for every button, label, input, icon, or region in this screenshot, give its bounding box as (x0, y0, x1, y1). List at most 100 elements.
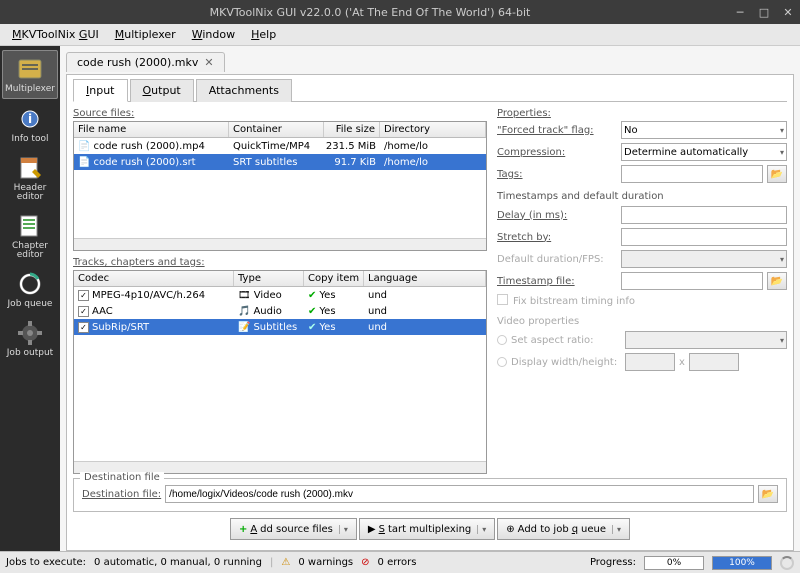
menu-mkvtoolnix[interactable]: MKVToolNix GUI (4, 26, 107, 43)
display-radio (497, 357, 507, 367)
timestampfile-label: Timestamp file: (497, 276, 617, 287)
queue-icon: ⊕ (506, 524, 514, 535)
warnings-text[interactable]: 0 warnings (298, 557, 353, 568)
sidebar-label: Multiplexer (5, 85, 55, 94)
track-row[interactable]: ✓MPEG-4p10/AVC/h.264 🎞Video ✔Yes und (74, 287, 486, 303)
add-jobqueue-button[interactable]: ⊕Add to job queue▾ (497, 518, 630, 540)
th-copy[interactable]: Copy item (304, 271, 364, 286)
tab-attachments[interactable]: Attachments (196, 79, 292, 102)
source-row[interactable]: 📄code rush (2000).srt SRT subtitles 91.7… (74, 154, 486, 170)
info-icon: i (16, 105, 44, 133)
forced-select[interactable]: No▾ (621, 121, 787, 139)
menu-multiplexer[interactable]: Multiplexer (107, 26, 184, 43)
subtitle-icon: 📝 (238, 322, 250, 333)
sidebar-label: Chapter editor (4, 242, 56, 260)
track-checkbox[interactable]: ✓ (78, 290, 89, 301)
stretch-input[interactable] (621, 228, 787, 246)
track-checkbox[interactable]: ✓ (78, 306, 89, 317)
th-codec[interactable]: Codec (74, 271, 234, 286)
tags-label: Tags: (497, 169, 617, 180)
destination-group: Destination file Destination file: 📂 (73, 478, 787, 512)
folder-icon: 📂 (771, 169, 783, 180)
track-row[interactable]: ✓AAC 🎵Audio ✔Yes und (74, 303, 486, 319)
tracks-label: Tracks, chapters and tags: (73, 257, 487, 268)
compression-label: Compression: (497, 147, 617, 158)
aspect-radio (497, 335, 507, 345)
add-source-button[interactable]: +Add source files▾ (230, 518, 357, 540)
defaultdur-label: Default duration/FPS: (497, 254, 617, 265)
defaultdur-select: ▾ (621, 250, 787, 268)
sidebar-item-chapter[interactable]: Chapter editor (2, 208, 58, 264)
audio-icon: 🎵 (238, 306, 250, 317)
track-checkbox[interactable]: ✓ (78, 322, 89, 333)
display-width-input (625, 353, 675, 371)
close-button[interactable]: ✕ (782, 6, 794, 18)
dest-input[interactable] (165, 485, 754, 503)
plus-icon: + (239, 524, 247, 535)
compression-select[interactable]: Determine automatically▾ (621, 143, 787, 161)
tab-input[interactable]: Input (73, 79, 128, 102)
chevron-down-icon: ▾ (780, 148, 784, 157)
hscrollbar[interactable] (74, 238, 486, 250)
track-row[interactable]: ✓SubRip/SRT 📝Subtitles ✔Yes und (74, 319, 486, 335)
jobqueue-icon (16, 270, 44, 298)
menu-help[interactable]: Help (243, 26, 284, 43)
properties-label: Properties: (497, 108, 787, 119)
chevron-down-icon[interactable]: ▾ (612, 525, 621, 534)
source-row[interactable]: 📄code rush (2000).mp4 QuickTime/MP4 231.… (74, 138, 486, 154)
check-icon: ✔ (308, 306, 316, 317)
video-icon: 🎞 (238, 290, 251, 301)
sidebar-item-joboutput[interactable]: Job output (2, 315, 58, 362)
errors-text[interactable]: 0 errors (378, 557, 417, 568)
svg-text:i: i (28, 112, 32, 126)
tracks-table[interactable]: Codec Type Copy item Language ✓MPEG-4p10… (73, 270, 487, 474)
minimize-button[interactable]: ─ (734, 6, 746, 18)
stretch-label: Stretch by: (497, 232, 617, 243)
file-icon: 📄 (78, 157, 90, 168)
file-tab[interactable]: code rush (2000).mkv ✕ (66, 52, 225, 72)
jobs-execute-label: Jobs to execute: (6, 557, 86, 568)
tags-input[interactable] (621, 165, 763, 183)
sidebar-label: Header editor (4, 184, 56, 202)
sidebar-item-multiplexer[interactable]: Multiplexer (2, 50, 58, 99)
th-container[interactable]: Container (229, 122, 324, 137)
sidebar-label: Job output (7, 349, 53, 358)
browse-tags-button[interactable]: 📂 (767, 165, 787, 183)
th-filesize[interactable]: File size (324, 122, 380, 137)
folder-icon: 📂 (771, 276, 783, 287)
dest-legend: Destination file (80, 472, 164, 483)
sidebar: Multiplexer i Info tool Header editor Ch… (0, 46, 60, 551)
jobs-execute-value: 0 automatic, 0 manual, 0 running (94, 557, 262, 568)
multiplexer-icon (16, 55, 44, 83)
sidebar-label: Info tool (12, 135, 49, 144)
delay-input[interactable] (621, 206, 787, 224)
sidebar-item-header[interactable]: Header editor (2, 150, 58, 206)
th-filename[interactable]: File name (74, 122, 229, 137)
x-label: x (679, 357, 685, 368)
timestampfile-input[interactable] (621, 272, 763, 290)
browse-timestampfile-button[interactable]: 📂 (767, 272, 787, 290)
display-height-input (689, 353, 739, 371)
browse-dest-button[interactable]: 📂 (758, 485, 778, 503)
chevron-down-icon[interactable]: ▾ (477, 525, 486, 534)
th-lang[interactable]: Language (364, 271, 486, 286)
th-directory[interactable]: Directory (380, 122, 486, 137)
tab-output[interactable]: Output (130, 79, 194, 102)
sidebar-item-jobqueue[interactable]: Job queue (2, 266, 58, 313)
close-tab-icon[interactable]: ✕ (204, 56, 213, 69)
progress-current: 0% (644, 556, 704, 570)
play-icon: ▶ (368, 524, 376, 535)
menu-window[interactable]: Window (184, 26, 243, 43)
maximize-button[interactable]: □ (758, 6, 770, 18)
source-files-table[interactable]: File name Container File size Directory … (73, 121, 487, 251)
titlebar: MKVToolNix GUI v22.0.0 ('At The End Of T… (0, 0, 800, 24)
sidebar-item-info[interactable]: i Info tool (2, 101, 58, 148)
progress-total: 100% (712, 556, 772, 570)
start-multiplex-button[interactable]: ▶Start multiplexing▾ (359, 518, 495, 540)
th-type[interactable]: Type (234, 271, 304, 286)
timestamps-heading: Timestamps and default duration (497, 191, 787, 202)
display-label: Display width/height: (511, 357, 621, 368)
warnings-icon: ⚠ (281, 557, 290, 568)
chevron-down-icon[interactable]: ▾ (339, 525, 348, 534)
video-heading: Video properties (497, 316, 787, 327)
